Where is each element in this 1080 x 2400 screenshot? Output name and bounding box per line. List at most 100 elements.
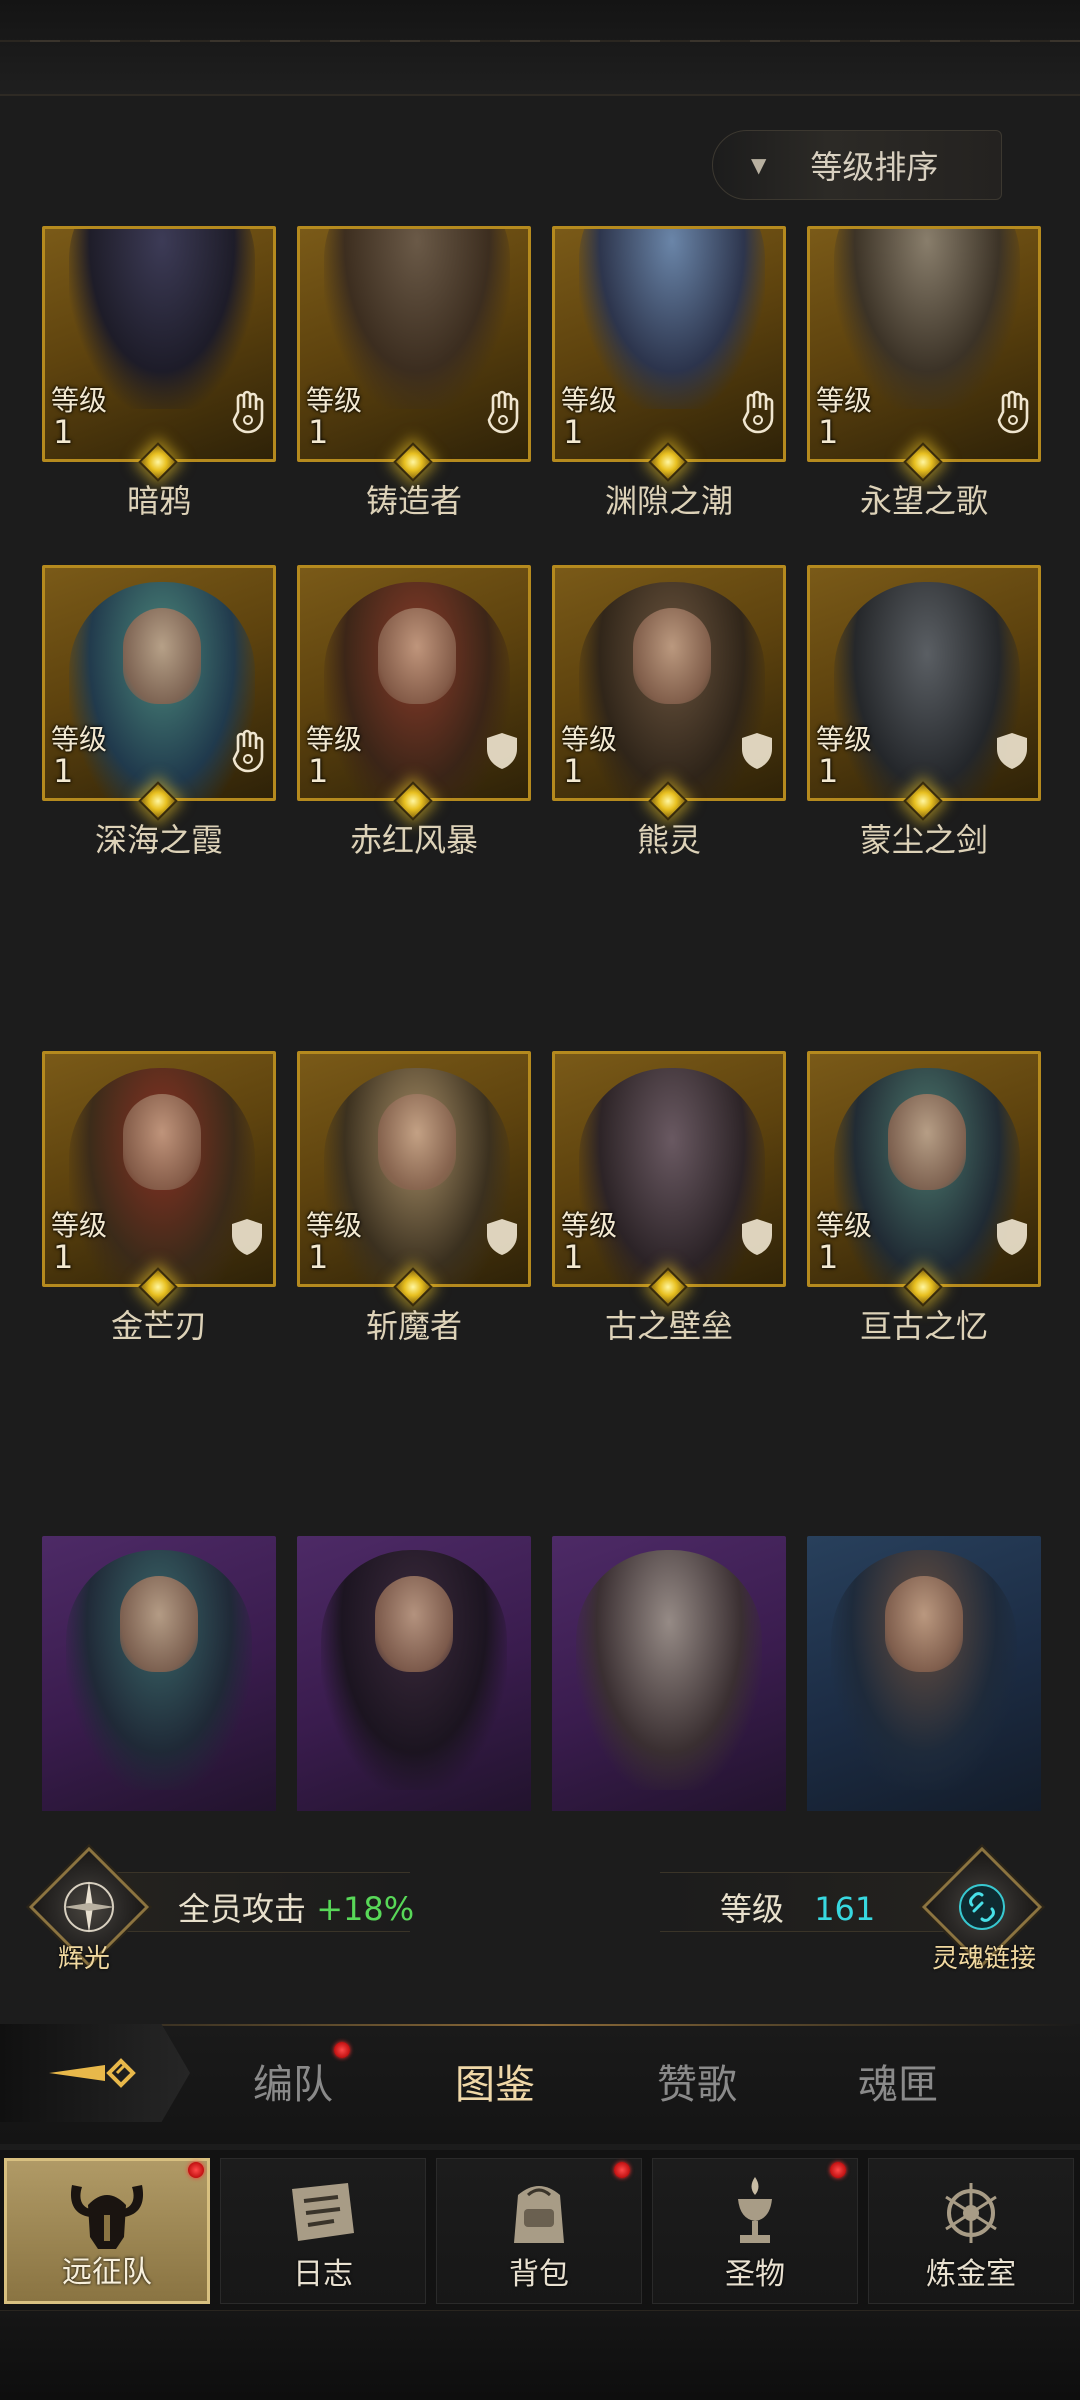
team-stats-bar: 辉光 全员攻击 +18% 等级 161 灵魂链接	[0, 1846, 1080, 1974]
shield-icon	[484, 728, 520, 774]
alchemy-icon	[926, 2173, 1016, 2253]
notification-dot	[334, 2042, 350, 2058]
shield-icon	[739, 1214, 775, 1260]
level-stat: 等级 161	[720, 1884, 875, 1930]
hero-portrait	[576, 1550, 762, 1790]
shield-icon	[994, 728, 1030, 774]
hero-portrait-frame	[297, 1536, 531, 1811]
sort-by-level-button[interactable]: ▼ 等级排序	[712, 130, 1002, 200]
hero-name: 赤红风暴	[349, 821, 478, 859]
hero-portrait-frame: 等级 1	[297, 1051, 531, 1287]
hero-portrait-frame: 等级 1	[297, 226, 531, 462]
chain-link-icon	[942, 1867, 1022, 1947]
hero-name: 斩魔者	[365, 1307, 462, 1345]
level-value: 1	[53, 752, 74, 790]
hero-name: 暗鸦	[126, 482, 191, 520]
hero-portrait-frame: 等级 1	[42, 226, 276, 462]
hero-portrait-frame	[552, 1536, 786, 1811]
hero-name: 亘古之忆	[859, 1307, 988, 1345]
tab-soul-box[interactable]: 魂匣	[828, 2052, 968, 2110]
nav-label: 炼金室	[926, 2257, 1016, 2292]
hero-portrait-frame: 等级 1	[552, 226, 786, 462]
hero-portrait-frame: 等级 1	[807, 226, 1041, 462]
hero-portrait	[579, 1068, 765, 1284]
hero-name: 深海之霞	[94, 821, 223, 859]
sort-label: 等级排序	[810, 148, 939, 186]
team-attack-value: +18%	[316, 1890, 415, 1928]
level-value: 1	[818, 1238, 839, 1276]
hero-face	[375, 1576, 453, 1672]
top-header-band	[0, 0, 1080, 96]
shield-icon	[739, 728, 775, 774]
hand-icon	[739, 389, 775, 435]
hero-portrait-frame: 等级 1	[42, 565, 276, 801]
back-button[interactable]	[0, 2024, 190, 2122]
level-value: 1	[818, 413, 839, 451]
tab-codex[interactable]: 图鉴	[425, 2052, 565, 2110]
level-value: 1	[563, 1238, 584, 1276]
hand-icon	[229, 728, 265, 774]
level-value: 1	[818, 752, 839, 790]
team-attack-stat: 全员攻击 +18%	[178, 1884, 414, 1930]
nav-backpack[interactable]: 背包	[436, 2158, 642, 2304]
nav-journal[interactable]: 日志	[220, 2158, 426, 2304]
hero-portrait-frame: 等级 1	[297, 565, 531, 801]
horned-helmet-icon	[62, 2175, 152, 2255]
compass-icon	[49, 1867, 129, 1947]
nav-label: 圣物	[725, 2257, 785, 2292]
hero-face	[633, 608, 711, 704]
hero-name: 蒙尘之剑	[859, 821, 988, 859]
nav-relics[interactable]: 圣物	[652, 2158, 858, 2304]
bottom-decor-strip	[0, 2310, 1080, 2400]
hero-portrait-frame: 等级 1	[42, 1051, 276, 1287]
scroll-icon	[278, 2173, 368, 2253]
shield-icon	[229, 1214, 265, 1260]
hero-name: 古之壁垒	[604, 1307, 733, 1345]
level-value: 1	[563, 752, 584, 790]
triangle-down-icon: ▼	[751, 153, 767, 177]
hero-portrait-frame	[42, 1536, 276, 1811]
team-attack-label: 全员攻击	[178, 1890, 307, 1928]
nav-alchemy-room[interactable]: 炼金室	[868, 2158, 1074, 2304]
level-value: 1	[308, 413, 329, 451]
hero-face	[378, 608, 456, 704]
hero-face	[888, 1094, 966, 1190]
level-value: 1	[308, 1238, 329, 1276]
hero-name: 熊灵	[636, 821, 701, 859]
hero-portrait-frame: 等级 1	[807, 565, 1041, 801]
level-value: 1	[53, 413, 74, 451]
hand-icon	[229, 389, 265, 435]
soul-link-caption: 灵魂链接	[932, 1944, 1037, 1974]
hero-face	[885, 1576, 963, 1672]
notification-dot	[188, 2162, 204, 2178]
level-value: 1	[308, 752, 329, 790]
shield-icon	[994, 1214, 1030, 1260]
level-stat-value: 161	[814, 1890, 876, 1928]
radiance-caption: 辉光	[58, 1944, 111, 1974]
notification-dot	[830, 2162, 846, 2178]
nav-expedition[interactable]: 远征队	[4, 2158, 210, 2304]
hero-face	[378, 1094, 456, 1190]
notification-dot	[614, 2162, 630, 2178]
level-value: 1	[53, 1238, 74, 1276]
hero-name: 铸造者	[365, 482, 462, 520]
hero-portrait-frame: 等级 1	[552, 1051, 786, 1287]
hero-face	[120, 1576, 198, 1672]
tab-hymns[interactable]: 赞歌	[627, 2052, 767, 2110]
hero-name: 渊隙之潮	[604, 482, 733, 520]
hand-icon	[484, 389, 520, 435]
chalice-icon	[710, 2173, 800, 2253]
nav-label: 日志	[293, 2257, 353, 2292]
collection-tab-bar: 编队 图鉴 赞歌 魂匣	[0, 2024, 1080, 2144]
hero-collection-grid: 等级 1 暗鸦 等级 1 铸造者 等级 1 渊隙之潮 等级 1 永望之歌 等级 …	[42, 226, 1042, 1811]
hero-portrait-frame	[807, 1536, 1041, 1811]
nav-label: 背包	[509, 2257, 569, 2292]
hero-portrait	[834, 582, 1020, 798]
level-stat-label: 等级	[720, 1890, 785, 1928]
hand-icon	[994, 389, 1030, 435]
shield-icon	[484, 1214, 520, 1260]
level-value: 1	[563, 413, 584, 451]
tab-formation[interactable]: 编队	[223, 2052, 363, 2110]
hero-name: 金芒刃	[110, 1307, 207, 1345]
hero-face	[123, 608, 201, 704]
